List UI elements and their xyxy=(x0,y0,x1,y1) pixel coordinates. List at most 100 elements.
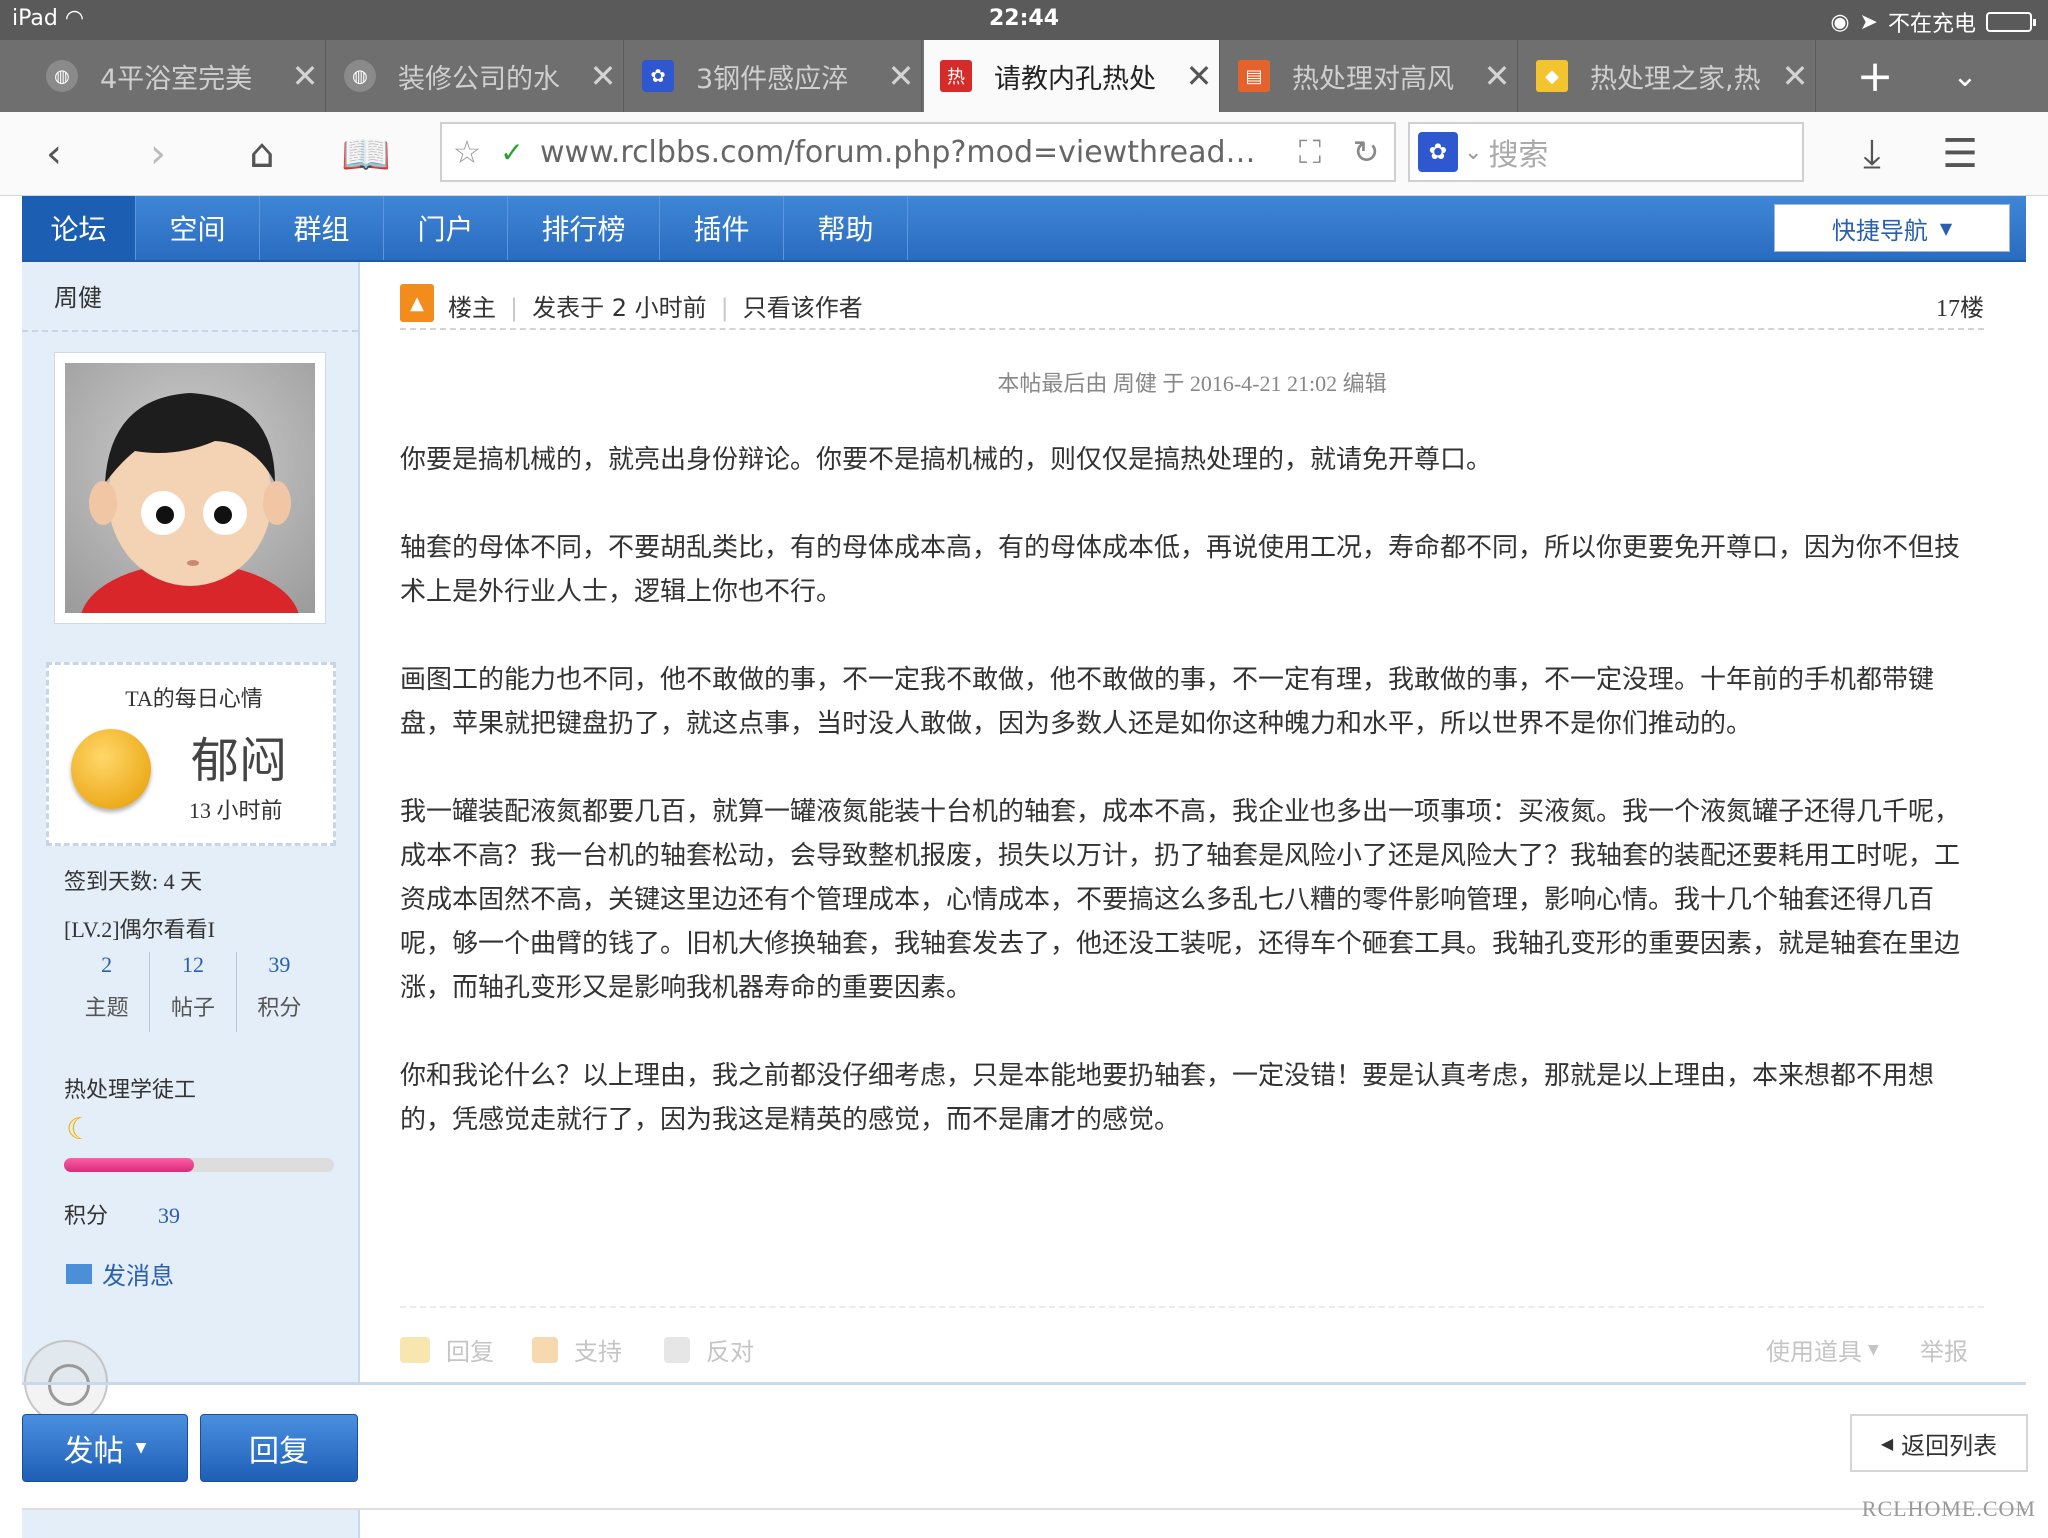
separator: | xyxy=(510,294,519,322)
thumb-up-arrow-icon xyxy=(532,1336,558,1363)
stat-label: 帖子 xyxy=(170,996,215,1021)
search-bar[interactable]: ✿ ⌄ 搜索 xyxy=(1408,122,1804,182)
site-favicon-icon: ◆ xyxy=(1536,60,1568,92)
reply-label: 回复 xyxy=(446,1338,494,1366)
nav-portal[interactable]: 门户 xyxy=(384,196,508,260)
oppose-label: 反对 xyxy=(706,1338,754,1366)
separator: | xyxy=(720,294,729,322)
baidu-paw-icon[interactable]: ✿ xyxy=(1418,132,1458,172)
scan-icon[interactable]: ⛶ xyxy=(1282,133,1338,172)
browser-tab[interactable]: ◆ 热处理之家,热 ✕ xyxy=(1520,40,1816,112)
back-arrow-icon[interactable]: ‹ xyxy=(28,128,80,180)
mood-title: TA的每日心情 xyxy=(125,686,263,711)
browser-tab[interactable]: ✿ 3钢件感应淬 ✕ xyxy=(626,40,922,112)
post-paragraph: 轴套的母体不同，不要胡乱类比，有的母体成本高，有的母体成本低，再说使用工况，寿命… xyxy=(400,533,1961,607)
bookmarks-book-icon[interactable]: 📖 xyxy=(340,128,392,180)
close-icon[interactable]: ✕ xyxy=(285,57,325,95)
status-right: ◉ ➤ 不在充电 xyxy=(1830,6,2036,38)
nav-forum[interactable]: 论坛 xyxy=(22,196,136,260)
stat-label: 积分 xyxy=(257,996,302,1021)
browser-tab-active[interactable]: 热 请教内孔热处 ✕ xyxy=(924,40,1220,112)
nav-group[interactable]: 群组 xyxy=(260,196,384,260)
stat-points[interactable]: 39 积分 xyxy=(237,952,322,1032)
tab-label: 4平浴室完美 xyxy=(100,63,253,95)
secure-shield-icon: ✓ xyxy=(500,135,524,169)
tab-strip: ◍ 4平浴室完美 ✕ ◍ 装修公司的水 ✕ ✿ 3钢件感应淬 ✕ 热 请教内孔热… xyxy=(0,40,2048,112)
new-post-button[interactable]: 发帖 ▼ xyxy=(22,1414,188,1482)
only-author-link[interactable]: 只看该作者 xyxy=(743,294,863,322)
download-icon[interactable]: ⤓ xyxy=(1846,128,1898,180)
new-post-label: 发帖 xyxy=(63,1434,124,1469)
author-name[interactable]: 周健 xyxy=(54,278,102,313)
avatar[interactable] xyxy=(54,352,326,624)
post-paragraph: 画图工的能力也不同，他不敢做的事，不一定我不敢做，他不敢做的事，不一定有理，我敢… xyxy=(400,665,1935,739)
back-label: 返回列表 xyxy=(1901,1431,1998,1460)
use-tools-menu[interactable]: 使用道具 ▼ xyxy=(1766,1332,1879,1367)
close-icon[interactable]: ✕ xyxy=(1179,57,1219,95)
reload-icon[interactable]: ↻ xyxy=(1338,133,1394,171)
user-rank: 热处理学徒工 xyxy=(64,1078,197,1103)
globe-icon: ◍ xyxy=(46,60,78,92)
next-sidebar-edge xyxy=(22,1510,360,1538)
post-body: 你要是搞机械的，就亮出身份辩论。你要不是搞机械的，则仅仅是搞热处理的，就请免开尊… xyxy=(400,438,1984,1186)
location-icon: ➤ xyxy=(1859,9,1878,35)
chevron-down-icon[interactable]: ⌄ xyxy=(1464,140,1482,165)
avatar-image xyxy=(65,363,315,613)
stat-threads[interactable]: 2 主题 xyxy=(64,952,151,1032)
forward-arrow-icon[interactable]: › xyxy=(132,128,184,180)
charge-status: 不在充电 xyxy=(1887,12,1976,37)
nav-ranking[interactable]: 排行榜 xyxy=(508,196,660,260)
search-placeholder[interactable]: 搜索 xyxy=(1488,130,1548,174)
battery-icon xyxy=(1986,12,2036,32)
divider xyxy=(400,328,1984,330)
post-time: 发表于 2 小时前 xyxy=(532,294,707,322)
post-actions: 回复 支持 反对 使用道具 ▼ 举报 xyxy=(400,1324,1984,1370)
stat-posts[interactable]: 12 帖子 xyxy=(150,952,237,1032)
star-icon[interactable]: ☆ xyxy=(442,133,492,171)
caret-down-icon: ▼ xyxy=(1939,218,1953,238)
floor-number[interactable]: 17楼 xyxy=(1936,288,1984,323)
oppose-action[interactable]: 反对 xyxy=(664,1332,754,1367)
post-header: ▲ 楼主 | 发表于 2 小时前 | 只看该作者 17楼 xyxy=(400,274,1984,330)
close-icon[interactable]: ✕ xyxy=(1775,57,1815,95)
close-icon[interactable]: ✕ xyxy=(1477,57,1517,95)
op-label: 楼主 xyxy=(448,294,496,322)
report-link[interactable]: 举报 xyxy=(1920,1332,1968,1367)
user-stats: 2 主题 12 帖子 39 积分 xyxy=(64,952,322,1032)
tab-label: 请教内孔热处 xyxy=(994,63,1156,95)
reply-button[interactable]: 回复 xyxy=(200,1414,358,1482)
new-tab-plus-icon[interactable]: + xyxy=(1830,40,1920,112)
back-to-list-button[interactable]: ◀ 返回列表 xyxy=(1850,1414,2028,1472)
menu-list-icon[interactable]: ☰ xyxy=(1934,128,1986,180)
chevron-down-icon[interactable]: ⌄ xyxy=(1920,40,2010,112)
reply-action[interactable]: 回复 xyxy=(400,1332,494,1367)
rclbbs-favicon-icon: 热 xyxy=(940,60,972,92)
user-level[interactable]: [LV.2]偶尔看看I xyxy=(64,912,215,944)
close-icon[interactable]: ✕ xyxy=(583,57,623,95)
next-post-edge xyxy=(22,1508,2026,1538)
mood-word: 郁闷 xyxy=(191,733,288,789)
browser-tab[interactable]: ◍ 4平浴室完美 ✕ xyxy=(30,40,326,112)
browser-tab[interactable]: ◍ 装修公司的水 ✕ xyxy=(328,40,624,112)
nav-help[interactable]: 帮助 xyxy=(784,196,908,260)
mood-time: 13 小时前 xyxy=(189,798,283,823)
address-bar[interactable]: ☆ ✓ www.rclbbs.com/forum.php?mod=viewthr… xyxy=(440,122,1396,182)
watermark: RCLHOME.COM xyxy=(1861,1496,2036,1521)
nav-plugins[interactable]: 插件 xyxy=(660,196,784,260)
forum-nav: 论坛 空间 群组 门户 排行榜 插件 帮助 快捷导航 ▼ xyxy=(22,196,2026,262)
nav-space[interactable]: 空间 xyxy=(136,196,260,260)
send-message-link[interactable]: 发消息 xyxy=(66,1256,174,1291)
support-label: 支持 xyxy=(574,1338,622,1366)
home-icon[interactable]: ⌂ xyxy=(236,128,288,180)
quick-nav-button[interactable]: 快捷导航 ▼ xyxy=(1774,204,2010,252)
rank-progress-bar xyxy=(64,1158,334,1172)
author-sidebar: 周健 TA的每日心情 郁闷 13 小时前 签到天数: 4 天 [LV.2]偶尔看… xyxy=(22,262,360,1384)
baidu-paw-icon: ✿ xyxy=(642,60,674,92)
url-text[interactable]: www.rclbbs.com/forum.php?mod=viewthread… xyxy=(532,135,1282,170)
browser-tab[interactable]: ▤ 热处理对高风 ✕ xyxy=(1222,40,1518,112)
support-action[interactable]: 支持 xyxy=(532,1332,622,1367)
thumb-down-arrow-icon xyxy=(664,1336,690,1363)
tab-label: 3钢件感应淬 xyxy=(696,63,849,95)
close-icon[interactable]: ✕ xyxy=(881,57,921,95)
rotation-lock-icon: ◉ xyxy=(1830,9,1850,35)
